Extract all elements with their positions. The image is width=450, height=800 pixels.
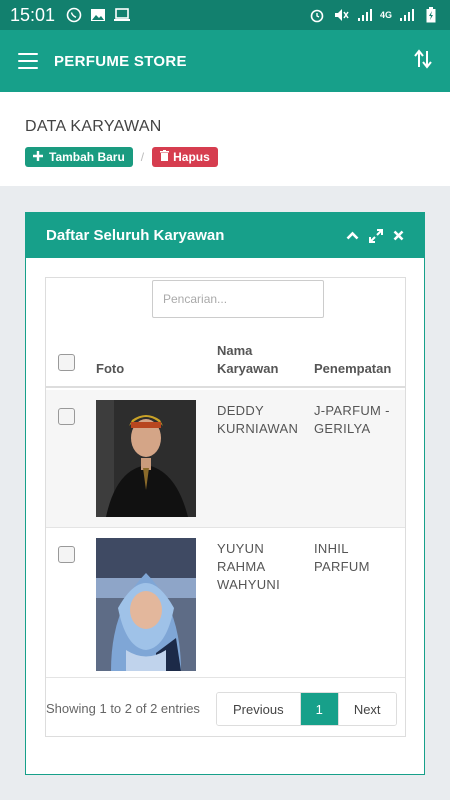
employee-table: Foto Nama Karyawan Penempatan DED <box>45 277 406 737</box>
laptop-icon <box>113 7 131 23</box>
add-new-button[interactable]: Tambah Baru <box>25 147 133 167</box>
plus-icon <box>33 150 43 164</box>
page-title: DATA KARYAWAN <box>25 118 162 135</box>
delete-button[interactable]: Hapus <box>152 147 218 167</box>
header-photo: Foto <box>96 361 125 376</box>
signal-icon <box>356 7 374 23</box>
header-name-line1: Nama <box>217 343 253 358</box>
employee-photo <box>96 400 196 517</box>
table-row: DEDDY KURNIAWAN J-PARFUM - GERILYA <box>46 390 405 528</box>
status-bar: 15:01 4G <box>0 0 450 30</box>
page-header: DATA KARYAWAN Tambah Baru / Hapus <box>0 92 450 186</box>
row-name-line: RAHMA <box>217 559 266 574</box>
search-input[interactable] <box>152 280 324 318</box>
row-checkbox[interactable] <box>58 408 75 425</box>
select-all-checkbox[interactable] <box>58 354 75 371</box>
sort-icon[interactable] <box>414 48 432 74</box>
card-header: Daftar Seluruh Karyawan <box>26 213 424 258</box>
table-info: Showing 1 to 2 of 2 entries <box>46 701 200 716</box>
app-bar: PERFUME STORE <box>0 30 450 92</box>
hamburger-menu-icon[interactable] <box>18 53 38 69</box>
status-time: 15:01 <box>10 4 56 25</box>
employee-list-card: Daftar Seluruh Karyawan Foto Nama Karyaw… <box>25 212 425 775</box>
trash-icon <box>160 150 170 164</box>
battery-charging-icon <box>422 7 440 23</box>
app-title: PERFUME STORE <box>54 52 187 70</box>
4g-signal-icon <box>398 7 416 23</box>
row-name-line: KURNIAWAN <box>217 421 299 436</box>
header-placement: Penempatan <box>314 361 392 376</box>
card-title: Daftar Seluruh Karyawan <box>46 227 225 244</box>
action-separator: / <box>140 150 145 164</box>
collapse-icon[interactable] <box>346 231 359 240</box>
header-name-line2: Karyawan <box>217 361 279 376</box>
pagination: Previous 1 Next <box>216 692 397 726</box>
alarm-icon <box>308 7 326 23</box>
row-name-line: YUYUN <box>217 541 265 556</box>
row-placement-line: GERILYA <box>314 421 371 436</box>
row-placement-line: PARFUM <box>314 559 370 574</box>
delete-label: Hapus <box>173 150 210 164</box>
table-header: Foto Nama Karyawan Penempatan <box>46 338 405 388</box>
previous-page-button[interactable]: Previous <box>217 693 301 725</box>
mute-icon <box>332 7 350 23</box>
whatsapp-icon <box>65 7 83 23</box>
employee-photo <box>96 538 196 671</box>
next-page-button[interactable]: Next <box>337 693 396 725</box>
row-placement-line: J-PARFUM - <box>314 403 390 418</box>
row-name-line: WAHYUNI <box>217 577 281 592</box>
network-label: 4G <box>379 10 392 20</box>
table-row: YUYUN RAHMA WAHYUNI INHIL PARFUM <box>46 528 405 678</box>
expand-icon[interactable] <box>369 228 383 243</box>
image-icon <box>89 7 107 23</box>
add-new-label: Tambah Baru <box>49 150 125 164</box>
row-placement-line: INHIL <box>314 541 349 556</box>
close-icon[interactable] <box>393 230 404 241</box>
row-name-line: DEDDY <box>217 403 265 418</box>
current-page-button[interactable]: 1 <box>300 693 338 725</box>
row-checkbox[interactable] <box>58 546 75 563</box>
